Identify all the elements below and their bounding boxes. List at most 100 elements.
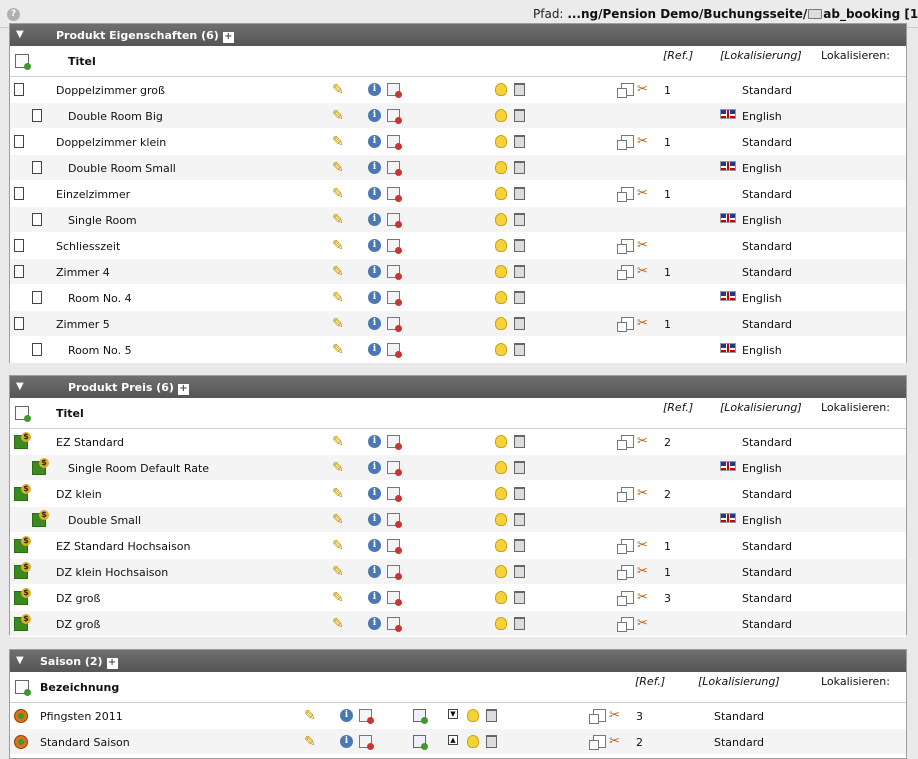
hide-icon[interactable] (495, 187, 507, 200)
edit-icon[interactable]: ✎ (332, 539, 346, 553)
info-icon[interactable]: i (368, 591, 381, 604)
copy-icon[interactable] (617, 435, 634, 450)
hide-icon[interactable] (495, 513, 507, 526)
copy-icon[interactable] (589, 709, 606, 724)
copy-icon[interactable] (617, 539, 634, 554)
price-icon[interactable] (14, 432, 31, 449)
hide-icon[interactable] (495, 617, 507, 630)
delete-icon[interactable] (514, 487, 525, 500)
edit-icon[interactable]: ✎ (304, 735, 318, 749)
history-icon[interactable] (387, 343, 402, 358)
history-icon[interactable] (387, 213, 402, 228)
hide-icon[interactable] (467, 735, 479, 748)
record-title[interactable]: Schliesszeit (56, 240, 120, 253)
history-icon[interactable] (387, 239, 402, 254)
history-icon[interactable] (387, 135, 402, 150)
hide-icon[interactable] (495, 435, 507, 448)
info-icon[interactable]: i (368, 487, 381, 500)
delete-icon[interactable] (514, 83, 525, 96)
info-icon[interactable]: i (368, 343, 381, 356)
edit-icon[interactable]: ✎ (332, 617, 346, 631)
history-icon[interactable] (387, 109, 402, 124)
history-icon[interactable] (387, 291, 402, 306)
ref-count[interactable]: 2 (664, 488, 671, 501)
edit-icon[interactable]: ✎ (332, 187, 346, 201)
ref-count[interactable]: 1 (664, 318, 671, 331)
copy-icon[interactable] (617, 187, 634, 202)
cut-icon[interactable]: ✂ (637, 83, 650, 96)
record-title[interactable]: Double Room Small (68, 162, 176, 175)
new-record-icon[interactable] (15, 406, 31, 422)
page-icon[interactable] (14, 83, 24, 96)
column-title[interactable]: Titel (56, 407, 84, 420)
record-title[interactable]: Zimmer 5 (56, 318, 110, 331)
delete-icon[interactable] (514, 291, 525, 304)
add-icon[interactable]: + (222, 32, 234, 43)
copy-icon[interactable] (617, 135, 634, 150)
ref-count[interactable]: 1 (664, 188, 671, 201)
hide-icon[interactable] (495, 291, 507, 304)
new-record-icon[interactable] (15, 680, 31, 696)
hide-icon[interactable] (495, 213, 507, 226)
edit-icon[interactable]: ✎ (332, 343, 346, 357)
page-icon[interactable] (14, 265, 24, 278)
hide-icon[interactable] (495, 591, 507, 604)
cut-icon[interactable]: ✂ (637, 539, 650, 552)
cut-icon[interactable]: ✂ (637, 487, 650, 500)
edit-icon[interactable]: ✎ (332, 109, 346, 123)
info-icon[interactable]: i (368, 539, 381, 552)
page-icon[interactable] (32, 213, 42, 226)
delete-icon[interactable] (514, 213, 525, 226)
edit-icon[interactable]: ✎ (332, 83, 346, 97)
price-icon[interactable] (14, 484, 31, 501)
cut-icon[interactable]: ✂ (637, 187, 650, 200)
delete-icon[interactable] (514, 161, 525, 174)
delete-icon[interactable] (514, 109, 525, 122)
copy-icon[interactable] (589, 735, 606, 750)
delete-icon[interactable] (514, 317, 525, 330)
page-icon[interactable] (14, 239, 24, 252)
column-title[interactable]: Titel (68, 55, 96, 68)
record-title[interactable]: Zimmer 4 (56, 266, 110, 279)
history-icon[interactable] (387, 435, 402, 450)
delete-icon[interactable] (514, 343, 525, 356)
hide-icon[interactable] (495, 265, 507, 278)
edit-icon[interactable]: ✎ (332, 135, 346, 149)
copy-icon[interactable] (617, 591, 634, 606)
price-icon[interactable] (14, 614, 31, 631)
cut-icon[interactable]: ✂ (637, 617, 650, 630)
record-title[interactable]: DZ klein (56, 488, 102, 501)
page-icon[interactable] (14, 317, 24, 330)
history-icon[interactable] (387, 161, 402, 176)
info-icon[interactable]: i (368, 265, 381, 278)
info-icon[interactable]: i (368, 565, 381, 578)
history-icon[interactable] (387, 461, 402, 476)
history-icon[interactable] (387, 539, 402, 554)
info-icon[interactable]: i (368, 109, 381, 122)
cut-icon[interactable]: ✂ (637, 135, 650, 148)
history-icon[interactable] (359, 735, 374, 750)
history-icon[interactable] (387, 317, 402, 332)
hide-icon[interactable] (495, 565, 507, 578)
record-title[interactable]: Single Room (68, 214, 137, 227)
edit-icon[interactable]: ✎ (332, 213, 346, 227)
copy-icon[interactable] (617, 83, 634, 98)
record-title[interactable]: DZ klein Hochsaison (56, 566, 168, 579)
copy-icon[interactable] (617, 617, 634, 632)
copy-icon[interactable] (617, 487, 634, 502)
cut-icon[interactable]: ✂ (637, 565, 650, 578)
cut-icon[interactable]: ✂ (609, 735, 622, 748)
cut-icon[interactable]: ✂ (637, 265, 650, 278)
edit-icon[interactable]: ✎ (332, 265, 346, 279)
delete-icon[interactable] (486, 709, 497, 722)
collapse-icon[interactable]: ▼ (16, 29, 24, 40)
info-icon[interactable]: i (368, 617, 381, 630)
edit-icon[interactable]: ✎ (332, 239, 346, 253)
delete-icon[interactable] (514, 265, 525, 278)
delete-icon[interactable] (514, 435, 525, 448)
info-icon[interactable]: i (368, 239, 381, 252)
cut-icon[interactable]: ✂ (637, 239, 650, 252)
page-icon[interactable] (14, 135, 24, 148)
edit-icon[interactable]: ✎ (332, 161, 346, 175)
move-down-icon[interactable]: ▼ (448, 709, 458, 719)
